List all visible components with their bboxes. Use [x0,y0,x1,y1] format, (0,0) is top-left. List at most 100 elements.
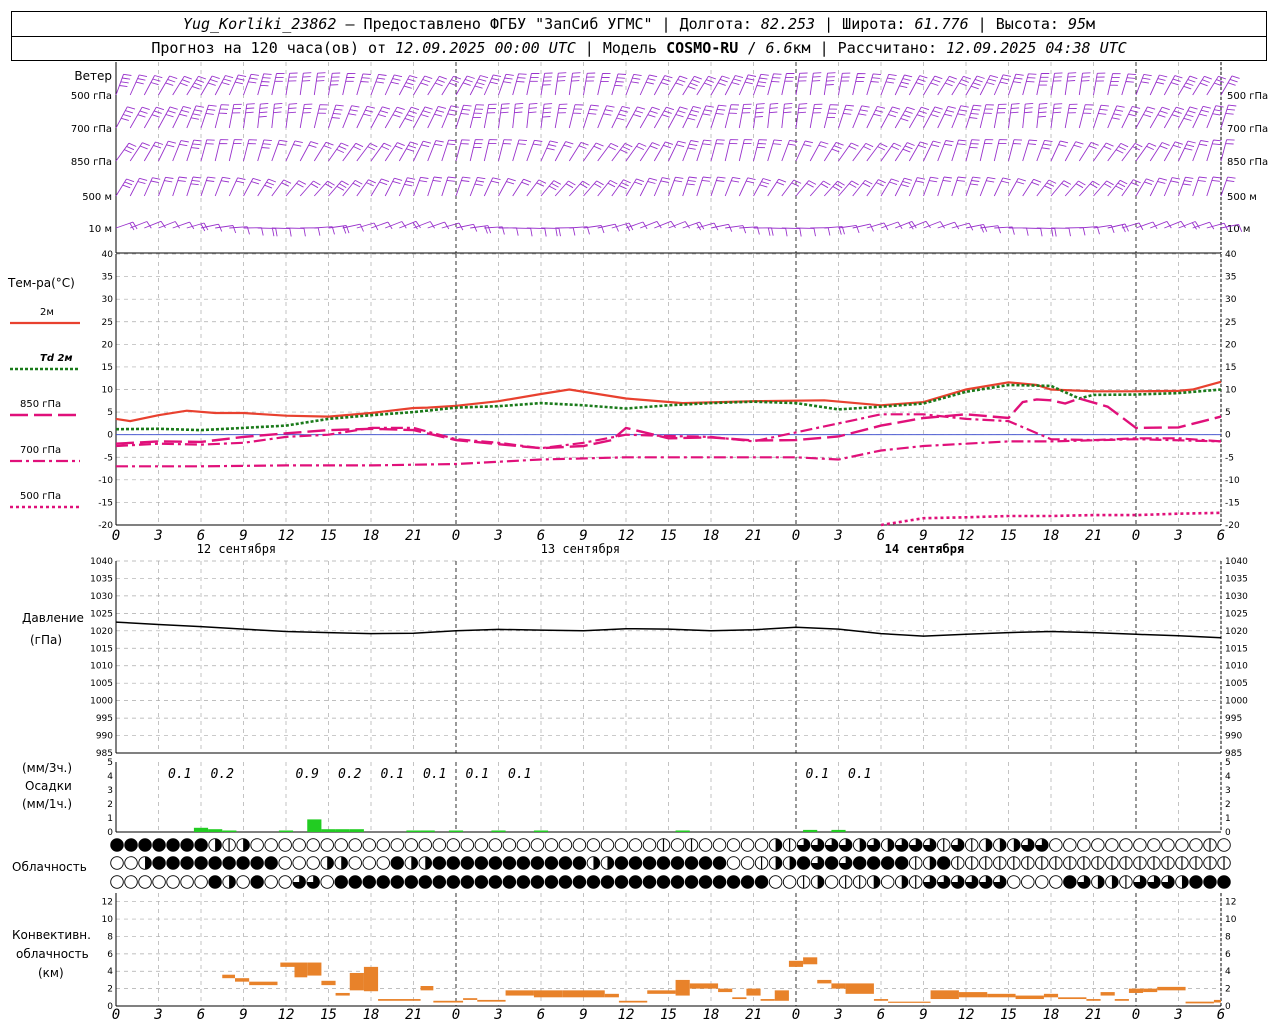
wind-barb [1008,227,1029,236]
wind-barb [1206,176,1222,197]
precip-ytick-left: 0 [107,828,113,838]
cloud-cover-symbol [530,856,545,870]
wind-barb [313,104,328,129]
temp-ytick-right: -5 [1225,453,1234,463]
cloud-cover-symbol-mark [243,838,250,852]
wind-barb [243,227,264,236]
cloud-cover-symbol [208,856,222,870]
wind-barb [186,176,202,197]
pressure-ytick-right: 995 [1225,714,1242,724]
wind-barb [1008,139,1023,162]
wind-barb [738,177,756,197]
cloud-cover-symbol [656,856,671,870]
conv-ytick-right: 8 [1225,932,1231,942]
cloud-cover-symbol [264,838,278,852]
cloud-cover-symbol [824,856,839,870]
wind-barb [682,221,705,231]
temp-xtick: 15 [1000,528,1017,544]
cloud-cover-symbol [432,838,447,852]
precip-ytick-left: 1 [107,814,113,824]
cloud-cover-symbol [712,838,727,852]
wind-barb [696,105,714,129]
conv-ytick-right: 0 [1225,1002,1231,1012]
wind-barb [200,104,217,129]
conv-cloud-bar [604,993,619,998]
wind-barb [143,106,165,129]
wind-barb [710,139,725,162]
wind-level-label-left: 10 м [89,224,112,235]
cloud-cover-symbol-mark [789,856,796,870]
wind-barb [738,139,753,162]
cloud-cover-symbol [166,856,180,870]
conv-ytick-left: 12 [102,898,113,908]
conv-cloud-bar [675,979,690,996]
wind-barb [937,176,952,197]
conv-cloud-bar [1015,995,1044,1000]
precip-3h-value: 0.2 [211,767,235,782]
wind-barb [498,139,512,162]
wind-barb [512,139,528,162]
wind-barb [1206,222,1229,231]
precip-bar [675,830,690,832]
pressure-ytick-left: 1005 [90,679,113,689]
cloud-cover-symbol [278,856,292,870]
wind-barb [809,103,823,129]
wind-barb [214,139,229,162]
wind-barb [483,177,501,197]
temp-legend-label: 850 гПа [20,399,61,410]
conv-xtick: 18 [363,1007,380,1023]
wind-barb [257,73,272,96]
cloud-cover-symbol [1063,838,1077,852]
wind-barb [823,104,839,129]
wind-barb [795,140,813,162]
cloud-cover-symbol-mark [775,856,782,870]
wind-barb [257,102,269,129]
cloud-cover-symbol [180,856,194,870]
temp-ytick-right: -20 [1225,521,1240,531]
cloud-cover-symbol-mark [887,838,894,852]
cloud-cover-symbol [656,875,671,889]
wind-barb [795,72,808,96]
precip-ytick-right: 2 [1225,800,1231,810]
wind-barb [342,105,360,129]
pressure-title: Давление [22,611,84,625]
cloud-cover-symbol [432,875,447,889]
conv-ytick-right: 12 [1225,898,1236,908]
wind-barb [597,105,615,129]
cloud-cover-symbol [684,875,699,889]
wind-barb [908,75,928,96]
altitude-value: 95 [1067,15,1087,33]
cloud-cover-symbol [250,875,264,889]
wind-barb [894,106,915,129]
cloud-cover-symbol [1161,838,1175,852]
wind-barb [342,142,364,162]
wind-barb [271,227,292,237]
cloud-cover-symbol [138,875,152,889]
cloud-cover-symbol-mark [859,838,866,852]
cloud-cover-symbol-mark [775,838,782,852]
wind-barb [342,73,356,96]
wind-barb [653,106,675,129]
wind-barb [243,177,261,197]
cloud-cover-symbol [348,875,362,889]
conv-cloud-bar [618,1000,648,1003]
wind-barb [923,106,943,129]
wind-barb [526,102,538,129]
wind-barb [1065,227,1086,236]
wind-barb [809,72,822,96]
cloud-cover-symbol [740,856,755,870]
wind-barb [455,176,471,197]
wind-barb [724,104,740,129]
conv-ytick-left: 4 [107,967,113,977]
temp-xtick: 3 [1173,528,1182,544]
wind-barb [285,103,298,129]
conv-cloud-bar [1128,988,1144,993]
wind-barb [781,227,802,237]
wind-barb [200,139,215,162]
wind-barb [710,223,733,232]
precip-3h-value: 0.2 [338,767,362,782]
wind-barb [158,106,178,129]
wind-barb [555,227,576,236]
temp-ytick-right: 35 [1225,273,1236,283]
cloud-cover-symbol [180,875,194,889]
